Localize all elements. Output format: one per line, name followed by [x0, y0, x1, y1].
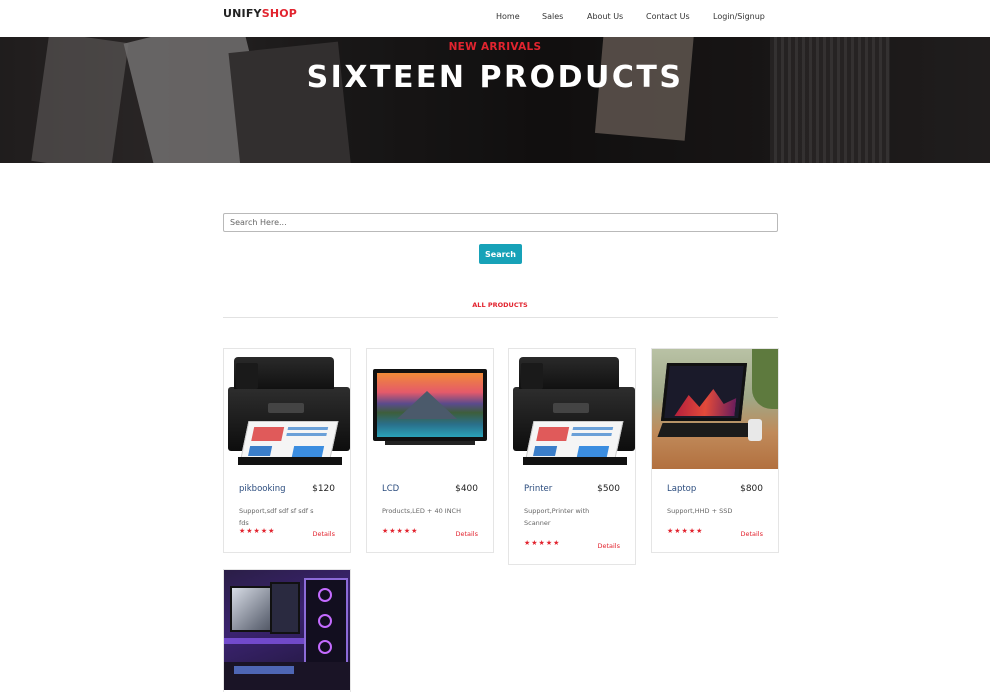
- details-link[interactable]: Details: [740, 530, 763, 538]
- pc-case-image: [304, 578, 348, 670]
- tv-illustration: [373, 369, 487, 441]
- printer-illustration: [224, 349, 350, 469]
- monitor-image: [270, 582, 300, 634]
- product-image-gaming-pc[interactable]: [224, 570, 350, 690]
- details-link[interactable]: Details: [455, 530, 478, 538]
- tv-screen-mountain: [397, 391, 457, 419]
- search-input[interactable]: [223, 213, 778, 232]
- details-link[interactable]: Details: [312, 530, 335, 538]
- nav-about-us[interactable]: About Us: [587, 12, 623, 21]
- hero-banner: [0, 37, 990, 163]
- printer-control-panel: [236, 363, 258, 389]
- product-name[interactable]: Printer: [524, 484, 552, 494]
- printer-slot: [268, 403, 304, 413]
- product-card[interactable]: pikbooking $120 Support,sdf sdf sf sdf s…: [223, 348, 351, 553]
- printer-control-panel: [521, 363, 543, 389]
- nav-contact-us[interactable]: Contact Us: [646, 12, 690, 21]
- nav-home[interactable]: Home: [496, 12, 520, 21]
- hero-subtitle: NEW ARRIVALS: [448, 41, 542, 53]
- fan-icon: [318, 640, 332, 654]
- tv-stand: [385, 441, 475, 445]
- hero-overlay: [0, 37, 990, 163]
- product-image-laptop[interactable]: [652, 349, 778, 469]
- product-image-printer[interactable]: [509, 349, 635, 469]
- product-name[interactable]: Laptop: [667, 484, 696, 494]
- plant-image: [752, 349, 778, 409]
- printer-slot: [553, 403, 589, 413]
- nav-sales[interactable]: Sales: [542, 12, 563, 21]
- product-price: $500: [597, 484, 620, 494]
- cup-image: [748, 419, 762, 441]
- laptop-keyboard: [657, 423, 759, 437]
- fan-icon: [318, 614, 332, 628]
- main-nav: Home Sales About Us Contact Us Login/Sig…: [0, 12, 990, 26]
- rating-stars: ★★★★★: [382, 527, 419, 535]
- product-description: Support,HHD + SSD: [667, 507, 733, 515]
- product-price: $120: [312, 484, 335, 494]
- led-light-strip: [224, 638, 304, 644]
- product-description: Support,Printer with Scanner: [524, 507, 590, 527]
- laptop-wallpaper: [674, 386, 737, 416]
- product-description: Products,LED + 40 INCH: [382, 507, 461, 515]
- rating-stars: ★★★★★: [524, 539, 561, 547]
- fan-icon: [318, 588, 332, 602]
- product-card[interactable]: LCD $400 Products,LED + 40 INCH ★★★★★ De…: [366, 348, 494, 553]
- product-card[interactable]: Printer $500 Support,Printer with Scanne…: [508, 348, 636, 565]
- printer-top: [519, 357, 619, 389]
- product-card[interactable]: Laptop $800 Support,HHD + SSD ★★★★★ Deta…: [651, 348, 779, 553]
- product-price: $800: [740, 484, 763, 494]
- product-description: Support,sdf sdf sf sdf s fds: [239, 507, 314, 527]
- nav-login-signup[interactable]: Login/Signup: [713, 12, 765, 21]
- rating-stars: ★★★★★: [667, 527, 704, 535]
- product-name[interactable]: pikbooking: [239, 484, 286, 494]
- product-card[interactable]: [223, 569, 351, 692]
- product-name[interactable]: LCD: [382, 484, 399, 494]
- tv-screen: [377, 373, 483, 437]
- hero-title: SIXTEEN PRODUCTS: [306, 60, 684, 95]
- product-image-tv[interactable]: [367, 349, 493, 469]
- printer-tray: [523, 457, 627, 465]
- top-navbar: UNIFYSHOP Home Sales About Us Contact Us…: [0, 0, 990, 37]
- printer-top: [234, 357, 334, 389]
- printer-illustration: [509, 349, 635, 469]
- product-price: $400: [455, 484, 478, 494]
- printer-tray: [238, 457, 342, 465]
- search-button[interactable]: Search: [479, 244, 522, 264]
- section-heading-all-products: ALL PRODUCTS: [472, 301, 528, 309]
- keyboard-image: [234, 666, 294, 674]
- product-image-printer[interactable]: [224, 349, 350, 469]
- rating-stars: ★★★★★: [239, 527, 276, 535]
- section-divider: [223, 317, 778, 318]
- laptop-screen: [660, 363, 748, 421]
- details-link[interactable]: Details: [597, 542, 620, 550]
